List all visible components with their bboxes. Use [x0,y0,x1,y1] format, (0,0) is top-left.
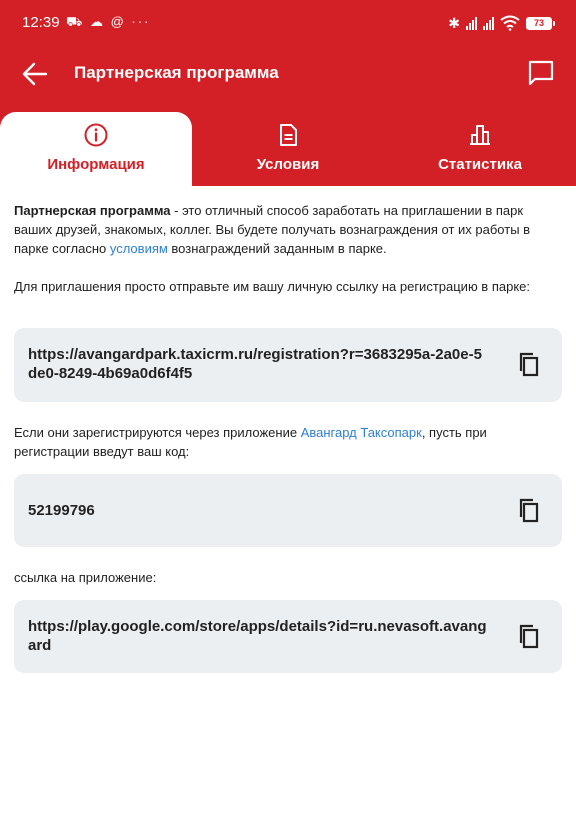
copy-icon[interactable] [516,497,542,525]
signal-icon [466,16,477,30]
invite-paragraph: Для приглашения просто отправьте им вашу… [14,279,530,294]
info-icon [84,123,108,147]
tab-information-label: Информация [47,156,145,173]
code-paragraph: Если они зарегистрируются через приложен… [14,423,562,461]
wifi-icon [500,15,520,31]
notification-icons: ⛟ ☁ @ ··· [66,14,151,29]
app-link-text: https://play.google.com/store/apps/detai… [28,618,487,654]
status-bar: 12:39 ⛟ ☁ @ ··· ✱ 73 [0,0,576,48]
copy-icon[interactable] [516,351,542,379]
status-right-icons: ✱ 73 [448,12,555,34]
bluetooth-icon: ✱ [448,14,460,31]
tab-statistics[interactable]: Статистика [384,112,576,186]
signal-icon-2 [483,16,494,30]
intro-bold: Партнерская программа [14,203,171,218]
back-arrow-icon[interactable] [20,60,50,88]
code-text-1: Если они зарегистрируются через приложен… [14,425,301,440]
referral-code-text: 52199796 [28,502,95,519]
referral-code-card: 52199796 [14,474,562,547]
app-link-label: ссылка на приложение: [14,570,157,585]
bar-chart-icon [470,125,490,145]
intro-text-2: вознаграждений заданным в парке. [167,241,387,256]
copy-icon[interactable] [516,623,542,651]
chat-bubble-icon[interactable] [526,58,556,88]
tab-conditions[interactable]: Условия [192,112,384,186]
tab-conditions-label: Условия [256,156,320,173]
app-bar: Партнерская программа [0,48,576,100]
intro-paragraph: Партнерская программа - это отличный спо… [14,201,562,258]
registration-link-card: https://avangardpark.taxicrm.ru/registra… [14,328,562,402]
header-background: 12:39 ⛟ ☁ @ ··· ✱ 73 Партнерская програм… [0,0,576,186]
battery-icon: 73 [526,16,555,30]
app-name-link[interactable]: Авангард Таксопарк [301,425,422,440]
app-link-card: https://play.google.com/store/apps/detai… [14,600,562,673]
registration-link-text: https://avangardpark.taxicrm.ru/registra… [28,346,482,382]
document-icon [280,124,297,146]
tab-information[interactable]: Информация [0,112,192,186]
conditions-link[interactable]: условиям [110,241,168,256]
status-time: 12:39 [22,14,60,31]
page-title: Партнерская программа [74,63,279,82]
tab-bar: Информация Условия Статистика [0,112,576,186]
tab-statistics-label: Статистика [438,156,522,173]
